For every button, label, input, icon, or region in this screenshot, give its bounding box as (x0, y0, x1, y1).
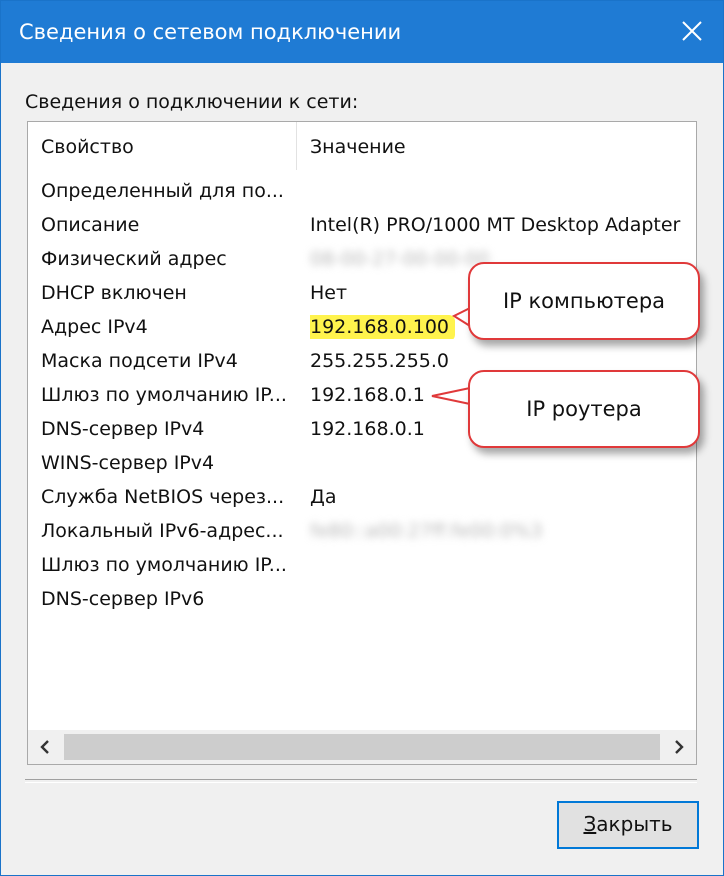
row-value: Intel(R) PRO/1000 MT Desktop Adapter (310, 214, 681, 236)
callout-computer-ip: IP компьютера (468, 262, 700, 340)
close-button-mnemonic: З (583, 812, 597, 836)
table-row[interactable]: Локальный IPv6-адрес... fe80::a00:27ff:f… (28, 515, 696, 549)
scroll-left-button[interactable] (28, 730, 62, 764)
chevron-right-icon (675, 740, 684, 754)
callout-router-ip: IP роутера (468, 370, 700, 448)
close-button-label: акрыть (596, 812, 673, 836)
row-property: DNS-сервер IPv6 (41, 588, 205, 610)
list-header: Свойство Значение (28, 122, 696, 175)
row-property: Определенный для по... (41, 180, 284, 202)
table-row[interactable]: Описание Intel(R) PRO/1000 MT Desktop Ad… (28, 209, 696, 243)
window-close-button[interactable] (661, 1, 723, 63)
window-title: Сведения о сетевом подключении (19, 20, 402, 44)
scroll-right-button[interactable] (662, 730, 696, 764)
table-row[interactable]: WINS-сервер IPv4 (28, 447, 696, 481)
row-property: Физический адрес (41, 248, 227, 270)
title-bar[interactable]: Сведения о сетевом подключении (1, 1, 723, 63)
horizontal-scrollbar[interactable] (28, 729, 696, 764)
row-value: Да (310, 486, 337, 508)
scrollbar-thumb[interactable] (64, 734, 660, 760)
table-row[interactable]: Шлюз по умолчанию IP... (28, 549, 696, 583)
column-separator[interactable] (296, 122, 297, 170)
row-property: DHCP включен (41, 282, 187, 304)
row-property: Шлюз по умолчанию IP... (41, 384, 287, 406)
callout-computer-ip-text: IP компьютера (502, 289, 666, 313)
row-property: Служба NetBIOS через... (41, 486, 285, 508)
close-icon (682, 21, 702, 41)
callout-router-ip-text: IP роутера (526, 397, 642, 421)
row-value-blurred: fe80::a00:27ff:fe00:0%3 (310, 520, 543, 542)
table-row[interactable]: DNS-сервер IPv6 (28, 583, 696, 617)
table-row[interactable]: Определенный для по... (28, 175, 696, 209)
divider (25, 779, 697, 783)
connection-details-label: Сведения о подключении к сети: (25, 91, 359, 113)
column-header-property[interactable]: Свойство (41, 136, 134, 158)
highlighted-ipv4-address: 192.168.0.100 (310, 315, 456, 339)
column-header-value[interactable]: Значение (310, 136, 406, 158)
row-property: DNS-сервер IPv4 (41, 418, 205, 440)
chevron-left-icon (40, 740, 49, 754)
row-property: Маска подсети IPv4 (41, 350, 238, 372)
row-property: Шлюз по умолчанию IP... (41, 554, 287, 576)
table-row[interactable]: Служба NetBIOS через... Да (28, 481, 696, 515)
row-property: Описание (41, 214, 140, 236)
row-property: WINS-сервер IPv4 (41, 452, 215, 474)
row-property: Локальный IPv6-адрес... (41, 520, 284, 542)
close-dialog-button[interactable]: Закрыть (557, 801, 699, 849)
row-property: Адрес IPv4 (41, 316, 148, 338)
